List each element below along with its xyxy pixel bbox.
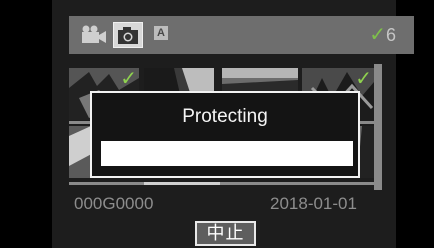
file-name: 000G0000 — [74, 194, 154, 213]
check-icon: ✓ — [120, 68, 137, 90]
file-date: 2018-01-01 — [270, 194, 357, 213]
thumbnail-row-divider — [69, 182, 374, 185]
scrollbar-thumb[interactable] — [374, 64, 382, 190]
check-icon: ✓ — [369, 24, 386, 46]
video-camera-icon[interactable] — [81, 25, 107, 45]
auto-mode-icon[interactable]: A — [154, 26, 168, 40]
progress-fill — [101, 141, 353, 166]
check-icon: ✓ — [355, 68, 372, 90]
dialog-title: Protecting — [182, 106, 268, 127]
mode-bar: A ✓6 — [69, 16, 414, 54]
stop-button[interactable]: 中止 — [195, 221, 256, 246]
protecting-dialog: Protecting — [90, 91, 360, 178]
selection-frame — [144, 182, 220, 185]
photo-camera-icon[interactable] — [113, 22, 143, 48]
selected-count: ✓6 — [369, 24, 396, 46]
selected-count-value: 6 — [385, 25, 396, 45]
progress-bar — [101, 141, 353, 166]
